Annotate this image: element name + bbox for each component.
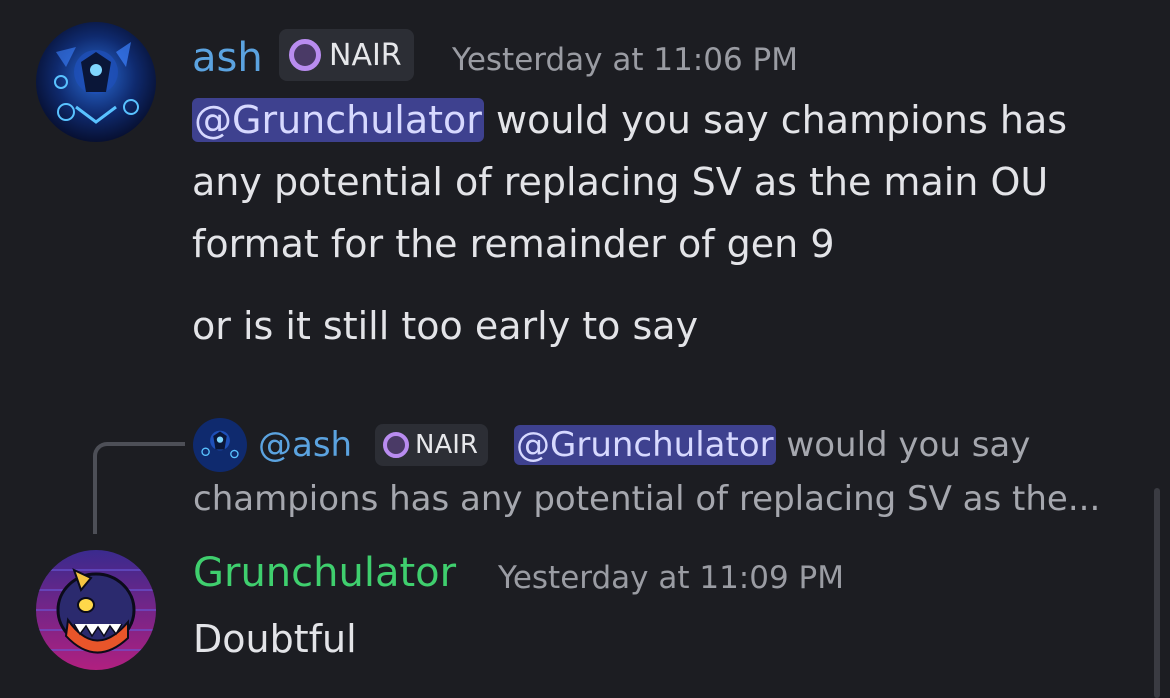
message-followup: or is it still too early to say xyxy=(192,304,699,348)
reply-connector-line xyxy=(93,442,185,534)
crescent-moon-icon xyxy=(289,39,321,71)
reply-avatar-image xyxy=(193,418,247,472)
avatar-ash-image xyxy=(36,22,156,142)
reply-role-tag-nair[interactable]: NAIR xyxy=(375,424,488,466)
avatar-grunchulator[interactable] xyxy=(36,550,156,670)
reply-preview-line2[interactable]: champions has any potential of replacing… xyxy=(193,473,1100,525)
reply-avatar-ash[interactable] xyxy=(193,418,247,472)
role-tag-label: NAIR xyxy=(329,37,402,73)
user-mention[interactable]: @Grunchulator xyxy=(192,98,484,142)
author-name-ash[interactable]: ash xyxy=(192,34,263,82)
reply-author[interactable]: @ash xyxy=(258,419,352,471)
message-line: format for the remainder of gen 9 xyxy=(192,222,835,266)
message-line: any potential of replacing SV as the mai… xyxy=(192,160,1049,204)
message-timestamp: Yesterday at 11:09 PM xyxy=(498,560,844,596)
reply-preview-text: would you say xyxy=(775,425,1031,465)
reply-user-mention[interactable]: @Grunchulator xyxy=(514,425,776,465)
author-name-grunchulator[interactable]: Grunchulator xyxy=(193,549,456,597)
role-tag-nair[interactable]: NAIR xyxy=(279,29,414,81)
reply-role-tag-label: NAIR xyxy=(415,430,478,460)
reply-preview-line1[interactable]: @Grunchulator would you say xyxy=(514,419,1030,471)
avatar-ash[interactable] xyxy=(36,22,156,142)
scrollbar-thumb[interactable] xyxy=(1154,488,1160,698)
message-body: Doubtful xyxy=(193,617,357,661)
crescent-moon-icon xyxy=(383,432,409,458)
avatar-grunchulator-image xyxy=(36,550,156,670)
message-line: would you say champions has xyxy=(483,98,1068,142)
message-timestamp: Yesterday at 11:06 PM xyxy=(452,42,798,78)
message-body: @Grunchulator would you say champions ha… xyxy=(192,89,1152,275)
